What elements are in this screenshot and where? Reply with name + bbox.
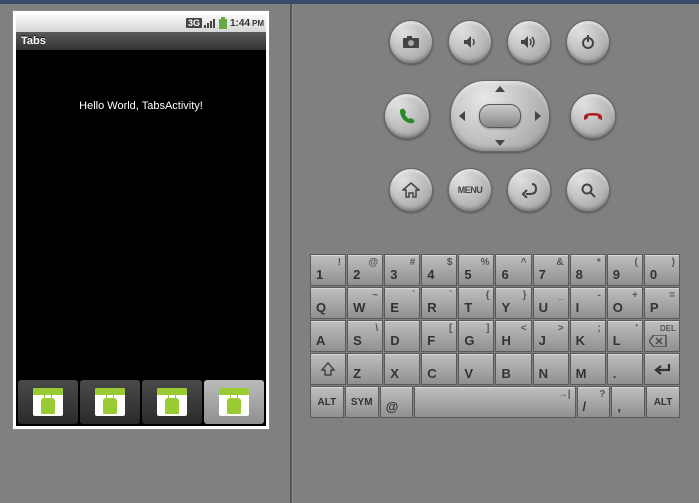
key-x[interactable]: X bbox=[384, 353, 420, 385]
key-h[interactable]: H< bbox=[495, 320, 531, 352]
key-q[interactable]: Q bbox=[310, 287, 346, 319]
dpad-down[interactable] bbox=[495, 140, 505, 146]
dpad bbox=[445, 76, 555, 156]
key-u[interactable]: U_ bbox=[533, 287, 569, 319]
hardware-keyboard: 1!2@3#4$5%6^7&8*9(0) QW~E`R`T{Y}U_I-O+P= A… bbox=[310, 254, 680, 419]
android-icon bbox=[157, 388, 187, 416]
phone-frame: 3G 1:44 PM Tabs Hello World, TabsActivit… bbox=[12, 10, 270, 430]
key-1[interactable]: 1! bbox=[310, 254, 346, 286]
key-↵[interactable] bbox=[644, 353, 680, 385]
key-n[interactable]: N bbox=[533, 353, 569, 385]
key-c[interactable]: C bbox=[421, 353, 457, 385]
volume-up-button[interactable] bbox=[507, 20, 551, 64]
key-d[interactable]: D bbox=[384, 320, 420, 352]
dpad-up[interactable] bbox=[495, 86, 505, 92]
key-l[interactable]: L' bbox=[607, 320, 643, 352]
key-j[interactable]: J> bbox=[533, 320, 569, 352]
signal-bars-icon bbox=[204, 18, 216, 28]
key-alt[interactable]: ALT bbox=[646, 386, 680, 418]
dpad-right[interactable] bbox=[535, 111, 541, 121]
key-z[interactable]: Z bbox=[347, 353, 383, 385]
clock-ampm: PM bbox=[252, 19, 264, 28]
key-/[interactable]: /? bbox=[577, 386, 611, 418]
app-title-bar: Tabs bbox=[16, 32, 266, 50]
key-⇧[interactable] bbox=[310, 353, 346, 385]
key-g[interactable]: G] bbox=[458, 320, 494, 352]
key-8[interactable]: 8* bbox=[570, 254, 606, 286]
key-s[interactable]: S\ bbox=[347, 320, 383, 352]
key-w[interactable]: W~ bbox=[347, 287, 383, 319]
key-v[interactable]: V bbox=[458, 353, 494, 385]
android-icon bbox=[33, 388, 63, 416]
tab-3[interactable] bbox=[142, 380, 202, 424]
search-button[interactable] bbox=[566, 168, 610, 212]
dpad-left[interactable] bbox=[459, 111, 465, 121]
tab-2[interactable] bbox=[80, 380, 140, 424]
key-0[interactable]: 0) bbox=[644, 254, 680, 286]
key-,[interactable]: , bbox=[611, 386, 645, 418]
android-icon bbox=[219, 388, 249, 416]
power-button[interactable] bbox=[566, 20, 610, 64]
key-9[interactable]: 9( bbox=[607, 254, 643, 286]
panel-divider bbox=[290, 4, 293, 503]
key-r[interactable]: R` bbox=[421, 287, 457, 319]
end-call-button[interactable] bbox=[570, 93, 616, 139]
tab-4[interactable] bbox=[204, 380, 264, 424]
dpad-center[interactable] bbox=[479, 104, 521, 128]
status-bar: 3G 1:44 PM bbox=[16, 14, 266, 32]
key-k[interactable]: K; bbox=[570, 320, 606, 352]
key-4[interactable]: 4$ bbox=[421, 254, 457, 286]
back-button[interactable] bbox=[507, 168, 551, 212]
call-button[interactable] bbox=[384, 93, 430, 139]
key-a[interactable]: A bbox=[310, 320, 346, 352]
key-alt[interactable]: ALT bbox=[310, 386, 344, 418]
key-@[interactable]: @ bbox=[380, 386, 414, 418]
key-6[interactable]: 6^ bbox=[495, 254, 531, 286]
key-5[interactable]: 5% bbox=[458, 254, 494, 286]
camera-button[interactable] bbox=[389, 20, 433, 64]
volume-down-button[interactable] bbox=[448, 20, 492, 64]
key-m[interactable]: M bbox=[570, 353, 606, 385]
android-icon bbox=[95, 388, 125, 416]
phone-screen: 3G 1:44 PM Tabs Hello World, TabsActivit… bbox=[16, 14, 266, 426]
key-del[interactable]: DEL bbox=[644, 320, 680, 352]
key-i[interactable]: I- bbox=[570, 287, 606, 319]
menu-button[interactable]: MENU bbox=[448, 168, 492, 212]
key-space[interactable]: →| bbox=[414, 386, 575, 418]
tab-1[interactable] bbox=[18, 380, 78, 424]
key-e[interactable]: E` bbox=[384, 287, 420, 319]
clock-time: 1:44 bbox=[230, 18, 250, 29]
key-2[interactable]: 2@ bbox=[347, 254, 383, 286]
battery-icon bbox=[218, 17, 228, 29]
window-top-border bbox=[0, 0, 699, 4]
key-7[interactable]: 7& bbox=[533, 254, 569, 286]
network-3g-icon: 3G bbox=[186, 18, 202, 28]
home-button[interactable] bbox=[389, 168, 433, 212]
key-p[interactable]: P= bbox=[644, 287, 680, 319]
key-o[interactable]: O+ bbox=[607, 287, 643, 319]
menu-label: MENU bbox=[458, 185, 483, 195]
tab-strip bbox=[16, 378, 266, 426]
key-.[interactable]: . bbox=[607, 353, 643, 385]
key-sym[interactable]: SYM bbox=[345, 386, 379, 418]
activity-content: Hello World, TabsActivity! bbox=[16, 50, 266, 112]
key-y[interactable]: Y} bbox=[495, 287, 531, 319]
key-3[interactable]: 3# bbox=[384, 254, 420, 286]
key-f[interactable]: F[ bbox=[421, 320, 457, 352]
key-b[interactable]: B bbox=[495, 353, 531, 385]
hardware-controls: MENU bbox=[310, 20, 689, 224]
key-t[interactable]: T{ bbox=[458, 287, 494, 319]
